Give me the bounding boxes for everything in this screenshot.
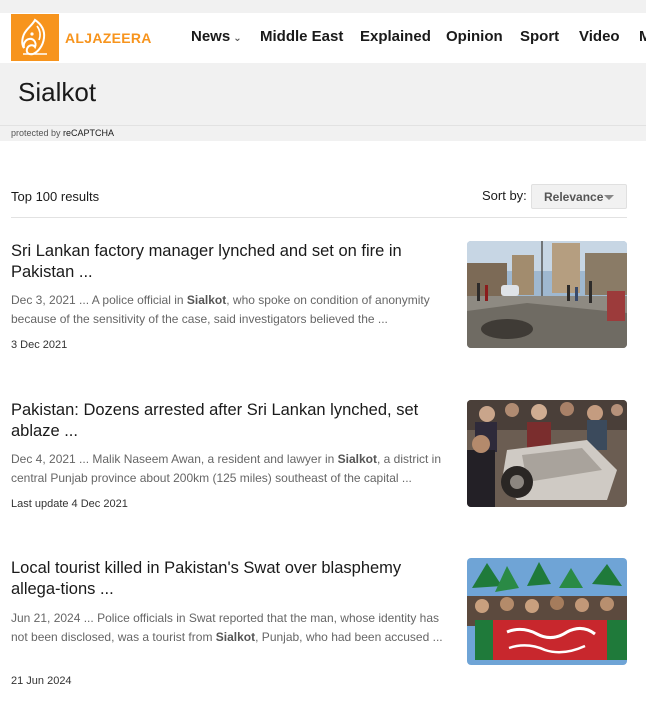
excerpt-highlight: Sialkot <box>215 630 256 644</box>
sort-label: Sort by: <box>482 188 527 203</box>
chevron-down-icon: ⌄ <box>233 33 242 44</box>
results-divider <box>11 217 627 218</box>
sort-select[interactable]: Relevance <box>531 184 627 209</box>
recaptcha-brand[interactable]: reCAPTCHA <box>63 128 114 138</box>
article-date: 21 Jun 2024 <box>11 675 72 687</box>
excerpt-text: , Punjab, who had been accused ... <box>255 630 443 644</box>
overturned-car-image[interactable] <box>467 400 627 507</box>
aljazeera-logo-icon[interactable] <box>11 14 59 61</box>
nav-item-middle-east[interactable]: Middle East <box>260 28 343 45</box>
results-count: Top 100 results <box>11 189 100 204</box>
excerpt-highlight: Sialkot <box>186 293 227 307</box>
article-title-link[interactable]: Sri Lankan factory manager lynched and s… <box>11 241 451 283</box>
recaptcha-notice: protected by reCAPTCHA <box>11 128 114 138</box>
excerpt-text: Dec 4, 2021 ... Malik Naseem Awan, a res… <box>11 452 338 466</box>
article-title-link[interactable]: Local tourist killed in Pakistan's Swat … <box>11 558 451 600</box>
recaptcha-prefix: protected by <box>11 128 64 138</box>
nav-item-sport[interactable]: Sport <box>520 28 559 45</box>
article-excerpt: Dec 3, 2021 ... A police official in Sia… <box>11 291 451 329</box>
caret-down-icon <box>604 195 614 200</box>
main-navbar: ALJAZEERA News ⌄ Middle East Explained Op… <box>0 13 646 63</box>
article-excerpt: Dec 4, 2021 ... Malik Naseem Awan, a res… <box>11 450 451 488</box>
captcha-bar: protected by reCAPTCHA <box>0 125 646 141</box>
nav-item-news[interactable]: News ⌄ <box>191 28 242 45</box>
nav-item-video[interactable]: Video <box>579 28 620 45</box>
top-strip <box>0 0 646 13</box>
nav-item-opinion[interactable]: Opinion <box>446 28 503 45</box>
article-title-link[interactable]: Pakistan: Dozens arrested after Sri Lank… <box>11 400 451 442</box>
excerpt-highlight: Sialkot <box>337 452 377 466</box>
search-term-heading: Sialkot <box>18 77 97 107</box>
nav-item-more[interactable]: M <box>639 28 646 45</box>
street-scene-image[interactable] <box>467 241 627 348</box>
article-excerpt: Jun 21, 2024 ... Police officials in Swa… <box>11 609 451 647</box>
search-header: Sialkot <box>0 63 646 125</box>
protest-crowd-image[interactable] <box>467 558 627 665</box>
excerpt-text: Dec 3, 2021 ... A police official in <box>11 293 187 307</box>
nav-item-explained[interactable]: Explained <box>360 28 431 45</box>
brand-name[interactable]: ALJAZEERA <box>65 30 152 46</box>
article-date: 3 Dec 2021 <box>11 339 68 351</box>
nav-item-label: News <box>191 28 231 45</box>
article-date: Last update 4 Dec 2021 <box>11 498 128 510</box>
sort-value: Relevance <box>544 190 604 204</box>
